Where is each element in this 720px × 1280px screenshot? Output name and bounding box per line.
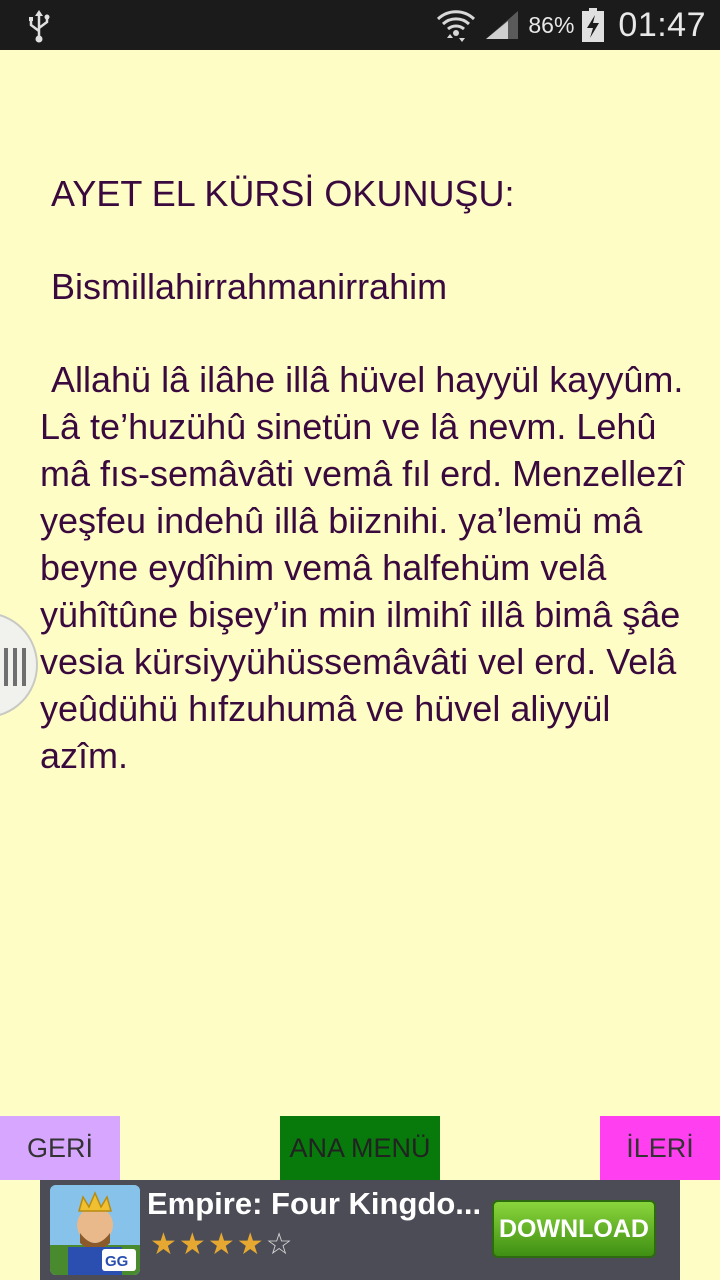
download-button[interactable]: DOWNLOAD bbox=[492, 1200, 656, 1258]
next-button[interactable]: İLERİ bbox=[600, 1116, 720, 1180]
page-title: AYET EL KÜRSİ OKUNUŞU: bbox=[51, 173, 515, 214]
ad-banner[interactable]: GG Empire: Four Kingdo... ★★★★☆ DOWNLOAD bbox=[40, 1180, 680, 1280]
star-icon: ★ bbox=[178, 1228, 208, 1261]
status-bar: 86% 01:47 bbox=[0, 0, 720, 50]
bismillah-line: Bismillahirrahmanirrahim bbox=[51, 266, 448, 307]
battery-charging-icon bbox=[582, 8, 605, 42]
prayer-text: AYET EL KÜRSİ OKUNUŞU: Bismillahirrahman… bbox=[40, 170, 690, 779]
main-menu-button[interactable]: ANA MENÜ bbox=[280, 1116, 440, 1180]
drag-handle-icon bbox=[4, 648, 26, 686]
clock: 01:47 bbox=[618, 5, 706, 44]
star-outline-icon: ☆ bbox=[265, 1228, 295, 1261]
ad-title: Empire: Four Kingdo... bbox=[147, 1186, 482, 1221]
verse-text: Allahü lâ ilâhe illâ hüvel hayyül kayyûm… bbox=[40, 359, 685, 776]
drawer-handle[interactable] bbox=[0, 612, 38, 718]
battery-percent: 86% bbox=[528, 11, 575, 38]
star-icon: ★ bbox=[236, 1228, 266, 1261]
usb-icon bbox=[29, 10, 50, 43]
star-icon: ★ bbox=[207, 1228, 237, 1261]
wifi-icon bbox=[437, 10, 476, 42]
ad-app-icon: GG bbox=[50, 1185, 140, 1275]
svg-text:GG: GG bbox=[105, 1253, 128, 1270]
back-button[interactable]: GERİ bbox=[0, 1116, 120, 1180]
ad-rating: ★★★★☆ bbox=[150, 1228, 295, 1262]
signal-icon bbox=[486, 11, 519, 39]
star-icon: ★ bbox=[150, 1228, 179, 1261]
